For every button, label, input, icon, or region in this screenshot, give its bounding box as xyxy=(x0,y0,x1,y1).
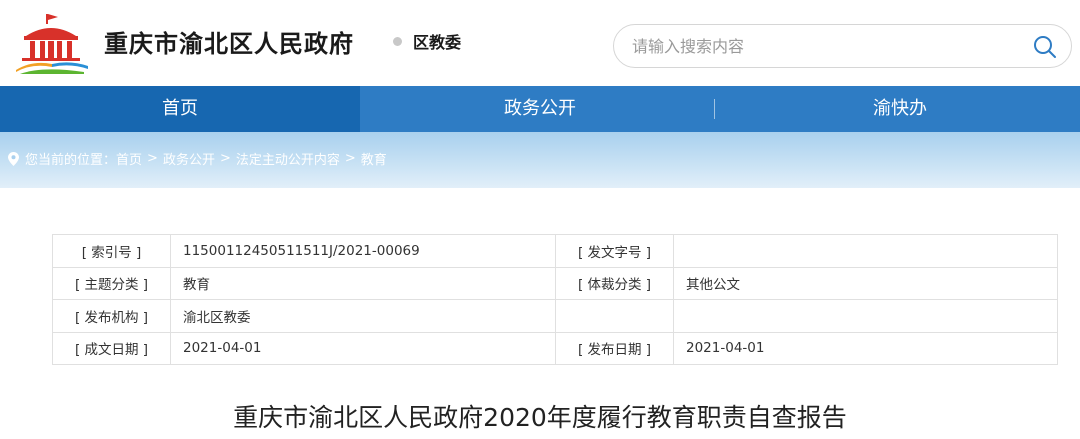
site-header: 重庆市渝北区人民政府 区教委 xyxy=(0,0,1080,86)
search-icon[interactable] xyxy=(1032,34,1058,60)
breadcrumb-separator: > xyxy=(344,151,356,166)
main-nav: 首页 政务公开 渝快办 xyxy=(0,86,1080,132)
document-info-table: [ 索引号 ] 11500112450511511J/2021-00069 [ … xyxy=(52,234,1058,365)
location-pin-icon xyxy=(8,151,19,166)
document-number-value xyxy=(673,234,1058,268)
government-logo-icon[interactable] xyxy=(12,14,90,74)
breadcrumb-separator: > xyxy=(147,151,158,166)
subject-category-label: [ 主题分类 ] xyxy=(52,266,171,300)
subject-category-value: 教育 xyxy=(170,266,556,300)
document-number-label: [ 发文字号 ] xyxy=(555,234,674,268)
table-row: [ 索引号 ] 11500112450511511J/2021-00069 [ … xyxy=(52,234,1058,268)
breadcrumb-link-education[interactable]: 教育 xyxy=(361,149,387,168)
document-title: 重庆市渝北区人民政府2020年度履行教育职责自查报告 xyxy=(233,403,847,432)
breadcrumb-prefix: 您当前的位置： xyxy=(25,153,117,168)
site-title[interactable]: 重庆市渝北区人民政府 xyxy=(104,24,354,59)
index-number-value: 11500112450511511J/2021-00069 xyxy=(170,234,556,268)
table-row: [ 发布机构 ] 渝北区教委 xyxy=(52,299,1058,333)
search-input[interactable] xyxy=(632,25,1022,67)
table-row: [ 主题分类 ] 教育 [ 体裁分类 ] 其他公文 xyxy=(52,266,1058,300)
breadcrumb-link-statutory-disclosure[interactable]: 法定主动公开内容 xyxy=(236,149,340,168)
empty-label-cell xyxy=(555,299,674,333)
genre-category-value: 其他公文 xyxy=(673,266,1058,300)
breadcrumb-banner: 您当前的位置： 首页 > 政务公开 > 法定主动公开内容 > 教育 xyxy=(0,132,1080,188)
breadcrumb-link-government-affairs[interactable]: 政务公开 xyxy=(163,149,215,168)
breadcrumb: 您当前的位置： 首页 > 政务公开 > 法定主动公开内容 > 教育 xyxy=(8,149,387,168)
breadcrumb-separator: > xyxy=(219,151,231,166)
written-date-label: [ 成文日期 ] xyxy=(52,331,171,365)
release-date-label: [ 发布日期 ] xyxy=(555,331,674,365)
release-date-value: 2021-04-01 xyxy=(673,331,1058,365)
publishing-agency-value: 渝北区教委 xyxy=(170,299,556,333)
nav-item-government-affairs[interactable]: 政务公开 xyxy=(360,86,720,132)
genre-category-label: [ 体裁分类 ] xyxy=(555,266,674,300)
index-number-label: [ 索引号 ] xyxy=(52,234,171,268)
table-row: [ 成文日期 ] 2021-04-01 [ 发布日期 ] 2021-04-01 xyxy=(52,331,1058,365)
search-box xyxy=(613,24,1072,68)
nav-separator xyxy=(714,99,715,119)
nav-item-home[interactable]: 首页 xyxy=(0,86,360,132)
empty-value-cell xyxy=(673,299,1058,333)
breadcrumb-link-home[interactable]: 首页 xyxy=(116,149,142,168)
title-dot-separator xyxy=(393,37,402,46)
nav-item-yukuaiban[interactable]: 渝快办 xyxy=(720,86,1080,132)
written-date-value: 2021-04-01 xyxy=(170,331,556,365)
department-subtitle[interactable]: 区教委 xyxy=(413,29,461,53)
publishing-agency-label: [ 发布机构 ] xyxy=(52,299,171,333)
